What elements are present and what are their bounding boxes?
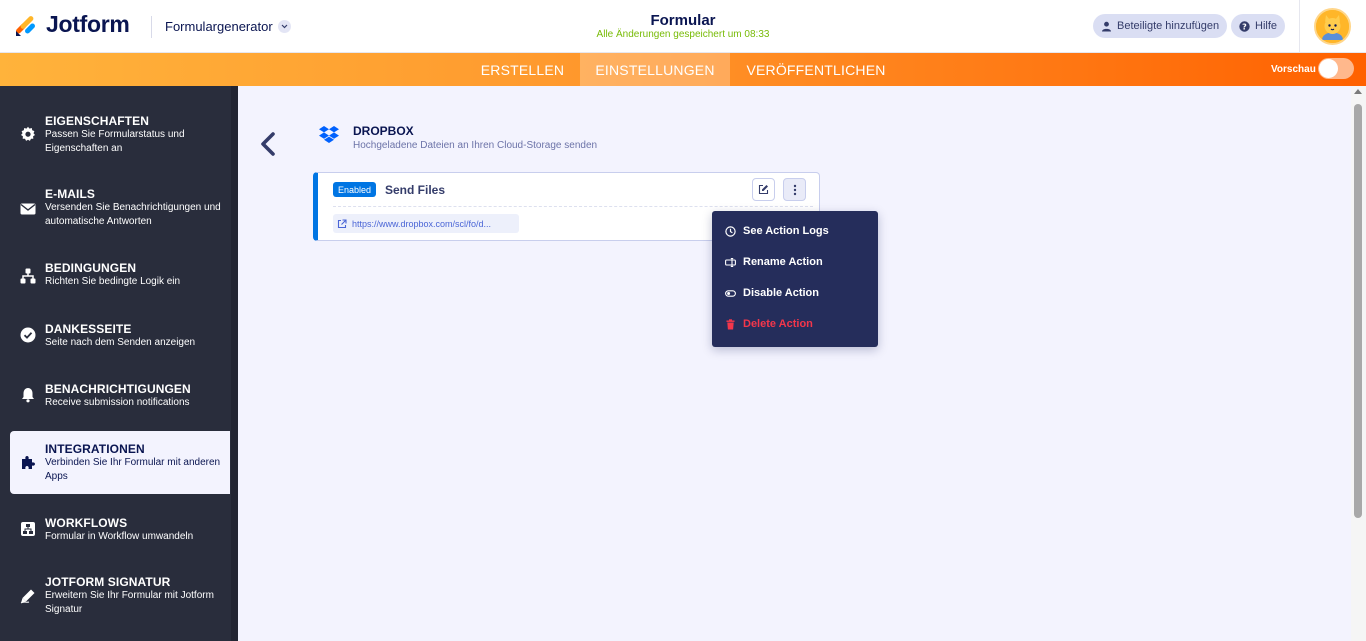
header-divider: [151, 16, 152, 38]
scrollbar-thumb[interactable]: [1354, 104, 1362, 518]
sidebar-item-title: JOTFORM SIGNATUR: [45, 575, 171, 589]
jotform-logo[interactable]: Jotform: [14, 11, 130, 38]
sidebar-item-title: INTEGRATIONEN: [45, 442, 145, 456]
menu-item-see-action-logs[interactable]: See Action Logs: [725, 225, 829, 237]
sidebar-item-emails[interactable]: E-MAILS Versenden Sie Benachrichtigungen…: [10, 180, 230, 236]
form-title[interactable]: Formular: [583, 12, 783, 29]
header-divider-right: [1299, 0, 1300, 53]
sidebar-item-benachrichtigungen[interactable]: BENACHRICHTIGUNGEN Receive submission no…: [10, 375, 230, 417]
puzzle-icon: [22, 456, 35, 469]
action-title: Send Files: [385, 183, 446, 197]
integration-name: DROPBOX: [353, 124, 414, 138]
gear-icon: [21, 126, 35, 141]
add-participants-button[interactable]: Beteiligte hinzufügen: [1093, 14, 1228, 38]
help-button[interactable]: ? Hilfe: [1231, 14, 1286, 38]
sidebar-item-desc: Versenden Sie Benachrichtigungen und aut…: [45, 202, 221, 227]
kebab-menu-icon: [793, 184, 796, 195]
preview-toggle-knob: [1319, 59, 1338, 78]
menu-item-label: See Action Logs: [743, 225, 829, 237]
builder-nav: ERSTELLEN EINSTELLUNGEN VERÖFFENTLICHEN: [0, 53, 1366, 86]
sidebar-item-jotform-signatur[interactable]: JOTFORM SIGNATUR Erweitern Sie Ihr Formu…: [10, 568, 230, 624]
envelope-icon: [20, 203, 36, 215]
sidebar-item-eigenschaften[interactable]: EIGENSCHAFTEN Passen Sie Formularstatus …: [10, 107, 230, 163]
help-icon: ?: [1239, 20, 1250, 32]
builder-label: Formulargenerator: [165, 19, 273, 34]
sidebar-item-desc: Seite nach dem Senden anzeigen: [45, 337, 196, 348]
svg-text:?: ?: [1242, 22, 1247, 31]
integration-description: Hochgeladene Dateien an Ihren Cloud-Stor…: [353, 140, 598, 151]
menu-item-disable-action[interactable]: Disable Action: [725, 287, 819, 299]
bell-icon: [22, 388, 34, 403]
menu-item-label: Disable Action: [743, 287, 819, 299]
back-chevron-icon[interactable]: [259, 131, 277, 157]
clock-icon: [725, 225, 736, 237]
chevron-down-icon: [277, 20, 291, 33]
sidebar-item-workflows[interactable]: WORKFLOWS Formular in Workflow umwandeln: [10, 509, 230, 551]
sidebar-item-title: DANKESSEITE: [45, 322, 132, 336]
status-badge: Enabled: [333, 182, 377, 197]
settings-sidebar: [0, 86, 238, 641]
scroll-up-arrow-icon[interactable]: [1354, 89, 1362, 94]
help-label: Hilfe: [1255, 20, 1278, 32]
logic-icon: [20, 268, 36, 284]
workflow-icon: [21, 522, 35, 536]
dropbox-icon: [319, 126, 339, 143]
sidebar-scrollbar[interactable]: [231, 86, 238, 641]
dropbox-link[interactable]: https://www.dropbox.com/scl/fo/d...: [333, 214, 519, 233]
save-status: Alle Änderungen gespeichert um 08:33: [596, 29, 770, 40]
sidebar-item-title: WORKFLOWS: [45, 516, 128, 530]
sidebar-item-desc: Passen Sie Formularstatus und Eigenschaf…: [45, 129, 185, 154]
sidebar-item-dankesseite[interactable]: DANKESSEITE Seite nach dem Senden anzeig…: [10, 315, 230, 357]
sidebar-item-desc: Richten Sie bedingte Logik ein: [45, 276, 181, 287]
menu-item-label: Delete Action: [743, 318, 813, 330]
sidebar-item-desc: Verbinden Sie Ihr Formular mit anderen A…: [45, 457, 221, 482]
sidebar-item-desc: Receive submission notifications: [45, 397, 190, 408]
card-divider: [333, 206, 813, 207]
sidebar-item-title: BENACHRICHTIGUNGEN: [45, 382, 191, 396]
dropbox-link-text: https://www.dropbox.com/scl/fo/d...: [352, 218, 492, 229]
preview-label: Vorschau: [1271, 64, 1316, 75]
toggle-off-icon: [725, 289, 736, 297]
sidebar-item-title: BEDINGUNGEN: [45, 261, 137, 275]
tab-einstellungen[interactable]: EINSTELLUNGEN: [580, 53, 730, 86]
menu-item-label: Rename Action: [743, 256, 823, 268]
tab-veroeffentlichen[interactable]: VERÖFFENTLICHEN: [738, 53, 894, 86]
main-content: [238, 86, 1351, 641]
tab-erstellen[interactable]: ERSTELLEN: [472, 53, 573, 86]
check-circle-icon: [20, 327, 36, 343]
external-link-icon: [337, 218, 347, 228]
preview-toggle[interactable]: [1318, 58, 1354, 79]
builder-dropdown[interactable]: Formulargenerator: [165, 19, 291, 34]
edit-action-button[interactable]: [752, 178, 775, 201]
sidebar-item-desc: Erweitern Sie Ihr Formular mit Jotform S…: [45, 590, 214, 615]
trash-icon: [726, 318, 735, 329]
user-icon: [1102, 21, 1111, 31]
logo-text: Jotform: [46, 11, 130, 37]
sidebar-item-integrationen[interactable]: INTEGRATIONEN Verbinden Sie Ihr Formular…: [10, 431, 230, 494]
menu-item-delete-action[interactable]: Delete Action: [725, 318, 813, 330]
avatar-face-icon: [1316, 10, 1349, 43]
rename-icon: [725, 257, 736, 267]
menu-item-rename-action[interactable]: Rename Action: [725, 256, 823, 268]
sidebar-item-title: EIGENSCHAFTEN: [45, 114, 149, 128]
edit-icon: [758, 184, 769, 195]
jotform-logo-icon: [16, 15, 35, 36]
add-participants-label: Beteiligte hinzufügen: [1117, 20, 1220, 32]
sidebar-item-title: E-MAILS: [45, 187, 96, 201]
pen-icon: [20, 589, 35, 604]
top-bar: Jotform Formulargenerator Formular Alle …: [0, 0, 1366, 53]
sidebar-item-bedingungen[interactable]: BEDINGUNGEN Richten Sie bedingte Logik e…: [10, 254, 230, 296]
avatar[interactable]: [1314, 8, 1351, 45]
sidebar-item-desc: Formular in Workflow umwandeln: [45, 531, 194, 542]
more-options-button[interactable]: [783, 178, 806, 201]
